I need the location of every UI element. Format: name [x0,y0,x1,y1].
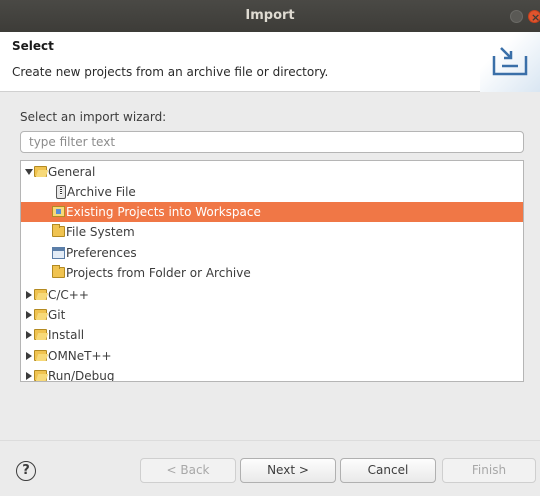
tree-item-preferences[interactable]: Preferences [21,243,523,263]
tree-item-general[interactable]: General [21,162,523,182]
tree-item-run-debug[interactable]: Run/Debug [21,366,523,382]
tree-item-archive-file[interactable]: Archive File [21,182,523,202]
tree-item-projects-folder-archive[interactable]: Projects from Folder or Archive [21,263,523,283]
back-button[interactable]: < Back [140,458,236,483]
folder-open-icon [34,329,47,340]
close-icon[interactable] [528,2,540,34]
page-description: Create new projects from an archive file… [12,65,329,79]
import-banner-icon [480,32,540,92]
tree-item-label: OMNeT++ [48,349,112,363]
expand-arrow-icon[interactable] [26,331,32,339]
next-button[interactable]: Next > [240,458,336,483]
tree-item-existing-projects[interactable]: Existing Projects into Workspace [21,202,523,222]
tree-item-label: Archive File [67,185,136,199]
expand-arrow-icon[interactable] [26,372,32,380]
minimize-icon[interactable] [510,10,523,23]
finish-button[interactable]: Finish [442,458,536,483]
expand-arrow-icon[interactable] [26,291,32,299]
tree-item-label: File System [66,225,135,239]
tree-item-omnetpp[interactable]: OMNeT++ [21,346,523,366]
button-bar: ? < Back Next > Cancel Finish [0,440,540,496]
window-title: Import [245,8,295,23]
wizard-header: Select Create new projects from an archi… [0,32,540,92]
tree-item-c-cpp[interactable]: C/C++ [21,285,523,305]
tree-item-label: Run/Debug [48,369,115,382]
help-icon[interactable]: ? [16,461,36,481]
folder-open-icon [34,309,47,320]
wizard-label: Select an import wizard: [20,110,167,124]
project-icon [52,206,65,217]
tree-item-file-system[interactable]: File System [21,222,523,242]
folder-icon [52,224,65,237]
tree-item-label: C/C++ [48,288,89,302]
wizard-tree[interactable]: General Archive File Existing Projects i… [20,160,524,382]
folder-icon [52,265,65,278]
tree-item-label: Existing Projects into Workspace [66,205,261,219]
page-title: Select [12,39,54,53]
title-bar: Import [0,0,540,34]
cancel-button[interactable]: Cancel [340,458,436,483]
folder-open-icon [34,350,47,361]
folder-open-icon [34,370,47,381]
tree-item-label: Install [48,328,85,342]
folder-open-icon [34,289,47,300]
tree-item-git[interactable]: Git [21,305,523,325]
expand-arrow-icon[interactable] [26,352,32,360]
tree-item-label: Git [48,308,66,322]
filter-input[interactable] [20,131,524,153]
expand-arrow-icon[interactable] [26,311,32,319]
archive-icon [56,185,66,199]
tree-item-install[interactable]: Install [21,325,523,345]
folder-open-icon [34,166,47,177]
tree-item-label: General [48,165,96,179]
tree-item-label: Projects from Folder or Archive [66,266,251,280]
expand-arrow-icon[interactable] [25,169,33,175]
tree-item-label: Preferences [66,246,137,260]
preferences-icon [52,247,65,259]
